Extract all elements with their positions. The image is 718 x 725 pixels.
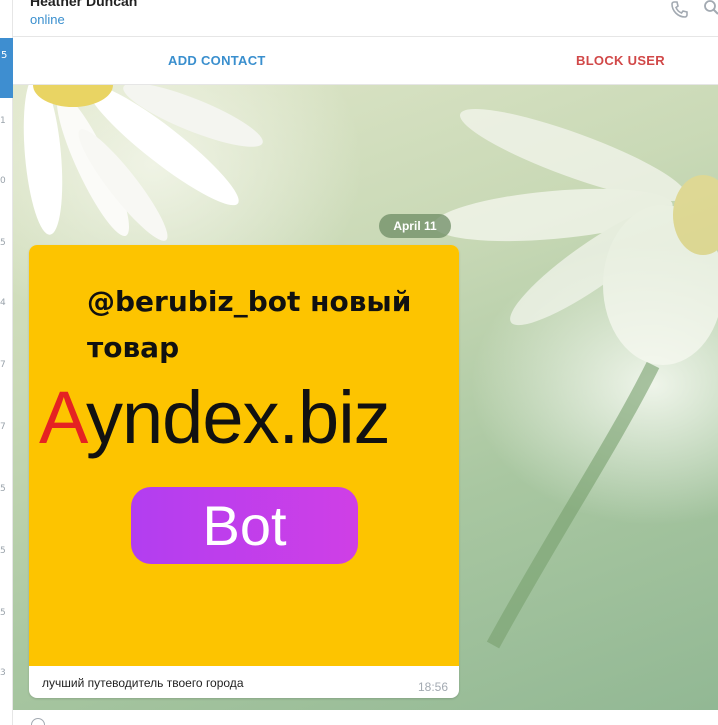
photo-text-line1: @berubiz_bot новый bbox=[87, 285, 412, 318]
contact-action-bar: ADD CONTACT BLOCK USER bbox=[13, 37, 718, 85]
contact-status: online bbox=[30, 12, 65, 27]
add-contact-button[interactable]: ADD CONTACT bbox=[168, 53, 266, 68]
chat-list-edge[interactable]: 5 1 0 5 4 7 7 5 5 5 3 bbox=[0, 0, 13, 725]
message-caption: лучший путеводитель твоего города bbox=[42, 676, 244, 690]
chat-list-fragment: 1 bbox=[0, 116, 6, 126]
chat-list-fragment: 7 bbox=[0, 360, 6, 370]
chat-list-fragment: 3 bbox=[0, 668, 6, 678]
message-time: 18:56 bbox=[417, 680, 448, 694]
chat-list-fragment: 5 bbox=[0, 484, 6, 494]
brand-logo-rest: yndex.biz bbox=[86, 376, 391, 459]
bot-badge-label: Bot bbox=[202, 494, 287, 557]
contact-name[interactable]: Heather Duncan bbox=[30, 0, 137, 9]
active-chat-indicator: 5 bbox=[0, 38, 13, 98]
brand-logo-letter: A bbox=[39, 376, 87, 459]
chat-list-fragment: 0 bbox=[0, 176, 6, 186]
chat-list-fragment: 5 bbox=[0, 546, 6, 556]
block-user-button[interactable]: BLOCK USER bbox=[576, 53, 665, 68]
message-bubble[interactable]: @berubiz_bot новый товар Ayndex.biz Bot … bbox=[29, 245, 459, 698]
message-photo[interactable]: @berubiz_bot новый товар Ayndex.biz Bot bbox=[29, 245, 459, 666]
chat-list-fragment: 5 bbox=[0, 238, 6, 248]
phone-icon[interactable] bbox=[669, 0, 689, 20]
brand-logo: Ayndex.biz bbox=[39, 373, 391, 463]
emoji-icon[interactable] bbox=[31, 718, 45, 725]
search-icon[interactable] bbox=[702, 0, 718, 20]
chat-list-fragment: 5 bbox=[0, 608, 6, 618]
chat-list-fragment: 4 bbox=[0, 298, 6, 308]
chat-header: Heather Duncan online bbox=[13, 0, 718, 37]
chat-list-fragment: 7 bbox=[0, 422, 6, 432]
bot-badge: Bot bbox=[131, 487, 358, 564]
date-separator: April 11 bbox=[379, 214, 451, 238]
photo-text-line2: товар bbox=[87, 331, 180, 364]
message-composer[interactable] bbox=[13, 710, 718, 725]
